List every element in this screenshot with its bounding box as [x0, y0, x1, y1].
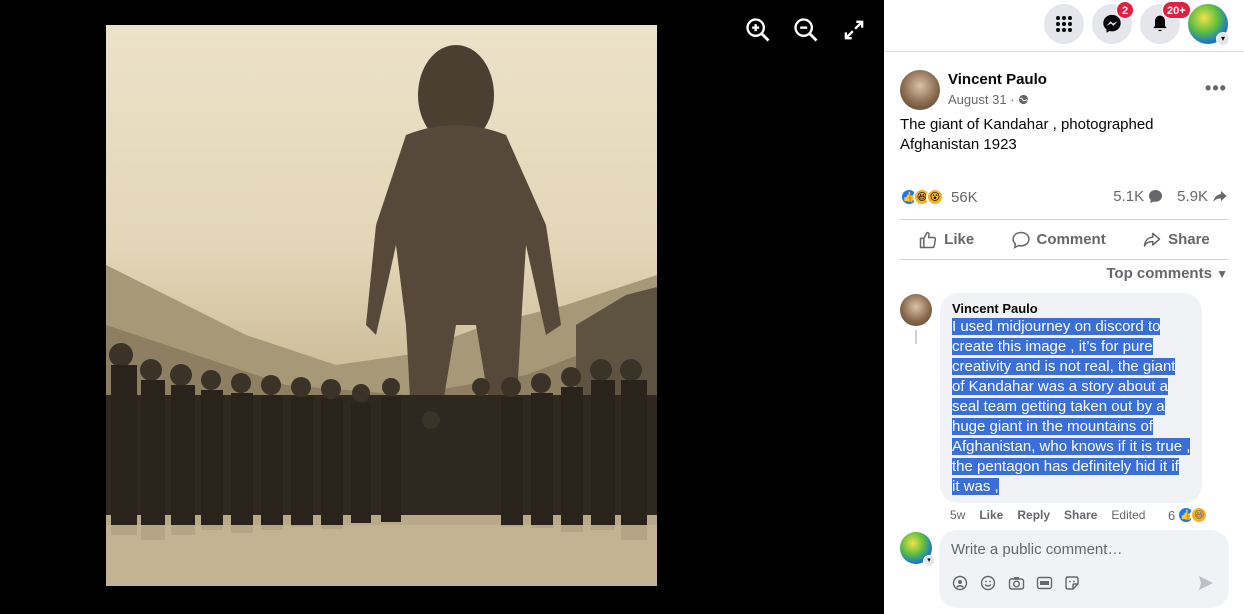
- post-date[interactable]: August 31 ·: [948, 92, 1029, 107]
- share-icon: [1143, 232, 1161, 247]
- comment-author[interactable]: Vincent Paulo: [952, 301, 1190, 317]
- giant-photo-illustration: [106, 45, 657, 586]
- account-avatar[interactable]: ▾: [1188, 4, 1230, 46]
- commenter-avatar[interactable]: [900, 294, 932, 326]
- comment-meta: 5w Like Reply Share Edited: [950, 508, 1145, 522]
- comment-reaction-count: 6: [1168, 507, 1176, 523]
- comments-count: 5.1K: [1113, 188, 1145, 205]
- comment-reply-button[interactable]: Reply: [1017, 508, 1050, 522]
- comments-count-link[interactable]: 5.1K: [1113, 188, 1163, 205]
- comment-share-button[interactable]: Share: [1064, 508, 1097, 522]
- author-avatar[interactable]: [900, 70, 940, 110]
- messenger-button[interactable]: 2: [1092, 1, 1134, 44]
- comment-label: Comment: [1036, 231, 1106, 248]
- emoji-icon[interactable]: [979, 574, 997, 592]
- like-icon: [919, 231, 937, 248]
- comment-line: Afghanistan, who knows if it is true ,: [952, 438, 1191, 455]
- comments-sort-dropdown[interactable]: Top comments ▼: [1106, 265, 1228, 282]
- chevron-down-icon: ▾: [923, 555, 935, 567]
- avatar-sticker-icon[interactable]: [951, 574, 969, 592]
- camera-icon[interactable]: [1007, 574, 1025, 592]
- shares-count: 5.9K: [1177, 188, 1208, 205]
- comment-line: create this image , it’s for pure: [952, 338, 1153, 355]
- send-icon[interactable]: [1197, 574, 1215, 592]
- notifications-badge: 20+: [1162, 1, 1191, 19]
- menu-grid-icon[interactable]: [1044, 4, 1084, 44]
- wow-reaction-icon: 😮: [926, 188, 944, 206]
- composer-tools: [951, 574, 1081, 592]
- comment-line: of Kandahar was a story about a: [952, 378, 1168, 395]
- comment-line: I used midjourney on discord to: [952, 318, 1161, 335]
- post-actions: Like Comment Share: [900, 219, 1228, 260]
- engagement-counts: 5.1K 5.9K: [1113, 188, 1228, 205]
- top-bar: 2 20+ ▾: [884, 0, 1244, 52]
- my-avatar[interactable]: ▾: [900, 532, 935, 567]
- fullscreen-icon[interactable]: [840, 16, 868, 44]
- post-date-text: August 31 ·: [948, 92, 1015, 107]
- haha-reaction-icon: 😆: [1190, 506, 1209, 524]
- comment-time[interactable]: 5w: [950, 508, 965, 522]
- like-label: Like: [944, 231, 975, 248]
- chevron-down-icon: ▼: [1216, 267, 1228, 281]
- comment-line: seal team getting taken out by a: [952, 398, 1165, 415]
- like-button[interactable]: Like: [908, 224, 984, 256]
- shares-count-link[interactable]: 5.9K: [1177, 188, 1228, 205]
- reactions-count: 56K: [951, 188, 978, 206]
- messenger-badge: 2: [1116, 1, 1134, 19]
- notifications-button[interactable]: 20+: [1140, 1, 1191, 44]
- gif-icon[interactable]: [1035, 574, 1053, 592]
- comment-like-button[interactable]: Like: [979, 508, 1003, 522]
- app-root: 2 20+ ▾ Vincent Paulo August 31 · ••• Th…: [0, 0, 1244, 614]
- share-label: Share: [1168, 231, 1210, 248]
- photo-viewer: [0, 0, 884, 614]
- globe-icon: [1019, 94, 1029, 105]
- comment-edited-label: Edited: [1111, 508, 1146, 522]
- share-button[interactable]: Share: [1132, 224, 1220, 256]
- comment-reactions[interactable]: 6 👍 😆: [1168, 506, 1209, 524]
- post-photo[interactable]: [106, 25, 657, 586]
- comment-composer: [939, 530, 1229, 608]
- comment-bubble-icon: [1149, 189, 1163, 204]
- reactions-summary[interactable]: 👍 😆 😮 56K: [900, 186, 978, 208]
- post-author[interactable]: Vincent Paulo: [948, 71, 1047, 88]
- sticker-icon[interactable]: [1063, 574, 1081, 592]
- comments-sort-label: Top comments: [1106, 265, 1212, 282]
- share-arrow-icon: [1213, 190, 1227, 203]
- post-text: The giant of Kandahar , photographed Afg…: [900, 116, 1154, 153]
- comment-line: the pentagon has definitely hid it if: [952, 458, 1179, 475]
- comment-line: huge giant in the mountains of: [952, 418, 1153, 435]
- thread-line: [915, 330, 917, 344]
- chevron-down-icon: ▾: [1216, 32, 1230, 46]
- comment-input[interactable]: [951, 538, 1211, 560]
- comment-button[interactable]: Comment: [1001, 224, 1116, 256]
- post-panel: 2 20+ ▾ Vincent Paulo August 31 · ••• Th…: [884, 0, 1244, 614]
- comment-line: creativity and is not real, the giant: [952, 358, 1176, 375]
- comment-line: it was ,: [952, 478, 999, 495]
- zoom-in-icon[interactable]: [744, 16, 772, 44]
- zoom-out-icon[interactable]: [792, 16, 820, 44]
- comment-bubble: Vincent Paulo I used midjourney on disco…: [940, 293, 1202, 503]
- more-options-icon[interactable]: •••: [1202, 76, 1230, 104]
- comment-text: I used midjourney on discord to create t…: [952, 317, 1194, 497]
- comment-icon: [1011, 231, 1030, 249]
- post-header: Vincent Paulo August 31 · •••: [900, 70, 1230, 110]
